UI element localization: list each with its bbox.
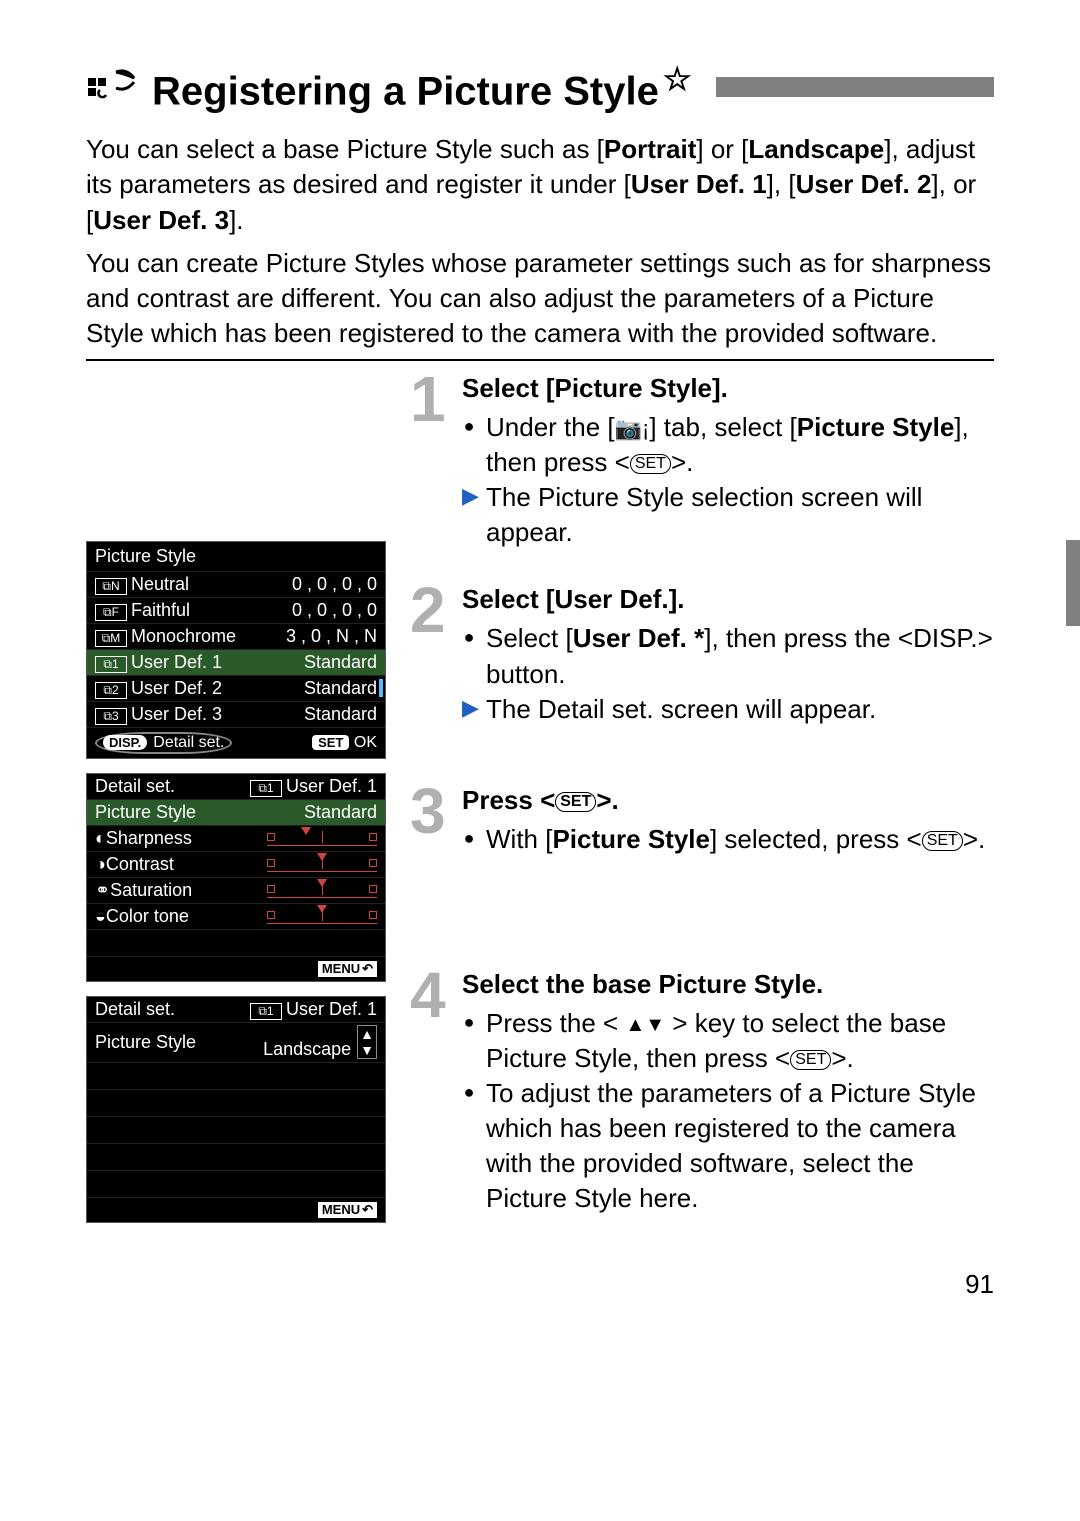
param-row: ⚭Saturation: [87, 877, 385, 903]
step-title: Select [Picture Style].: [462, 371, 994, 406]
step-bullet: ● Under the [📷¡] tab, select [Picture St…: [462, 410, 994, 480]
param-row: ◐Sharpness: [87, 825, 385, 851]
param-row: ◑Contrast: [87, 851, 385, 877]
step-number: 1: [410, 371, 454, 550]
lcd3-footer: MENU ↶: [87, 1197, 385, 1222]
lcd2-header: Detail set. ⧉1User Def. 1: [87, 774, 385, 799]
spacer: [87, 1116, 385, 1143]
list-item: ⧉2User Def. 2Standard: [87, 675, 385, 701]
step-result: ▶ The Picture Style selection screen wil…: [462, 480, 994, 550]
list-item-selected: ⧉1User Def. 1Standard: [87, 649, 385, 675]
step-title: Press <SET>.: [462, 783, 994, 818]
step-3: 3 Press <SET>. ● With [Picture Style] se…: [410, 783, 994, 857]
slider-colortone: [267, 909, 377, 924]
list-item: ⧉3User Def. 3Standard: [87, 701, 385, 727]
lcd-picture-style-list: Picture Style ⧉NNeutral0 , 0 , 0 , 0 ⧉FF…: [86, 541, 386, 759]
lcd-detail-set-select: Detail set. ⧉1User Def. 1 Picture Style …: [86, 996, 386, 1223]
param-row: ◒Color tone: [87, 903, 385, 929]
divider: [86, 359, 994, 361]
bullet-dot-icon: ●: [462, 822, 476, 857]
step-4: 4 Select the base Picture Style. ● Press…: [410, 967, 994, 1217]
result-arrow-icon: ▶: [462, 480, 476, 550]
step-bullet: ● To adjust the parameters of a Picture …: [462, 1076, 994, 1216]
bullet-dot-icon: ●: [462, 621, 476, 691]
step-title: Select [User Def.].: [462, 582, 994, 617]
up-down-key-icon: ▲▼: [625, 1012, 665, 1039]
intro-paragraph-2: You can create Picture Styles whose para…: [86, 246, 994, 351]
lcd1-title: Picture Style: [87, 542, 385, 571]
picture-style-section-icon: [86, 64, 138, 110]
intro-paragraph-1: You can select a base Picture Style such…: [86, 132, 994, 237]
step-number: 3: [410, 783, 454, 857]
step-number: 4: [410, 967, 454, 1217]
step-result: ▶ The Detail set. screen will appear.: [462, 692, 994, 727]
spacer: [87, 1062, 385, 1089]
section-edge-tab: [1066, 540, 1080, 626]
lcd1-footer: DISP. Detail set. SET OK: [87, 727, 385, 758]
page-heading: Registering a Picture Style☆: [86, 60, 994, 114]
bullet-dot-icon: ●: [462, 410, 476, 480]
set-button-icon: SET: [312, 735, 349, 750]
slider-saturation: [267, 883, 377, 898]
style-code-icon: ⧉M: [95, 630, 127, 647]
result-arrow-icon: ▶: [462, 692, 476, 727]
advanced-star-icon: ☆: [663, 61, 692, 97]
step-1: 1 Select [Picture Style]. ● Under the [📷…: [410, 371, 994, 550]
step-number: 2: [410, 582, 454, 726]
spacer: [87, 1170, 385, 1197]
detail-set-callout: DISP. Detail set.: [95, 732, 232, 754]
colortone-icon: ◒: [95, 906, 106, 926]
style-code-icon: ⧉2: [95, 682, 127, 699]
lcd2-footer: MENU ↶: [87, 956, 385, 981]
bullet-dot-icon: ●: [462, 1076, 476, 1216]
set-button-icon: SET: [555, 792, 596, 812]
list-item-selected: Picture StyleStandard: [87, 799, 385, 825]
scroll-indicator: [379, 679, 383, 697]
style-code-icon: ⧉F: [95, 604, 127, 621]
page-number: 91: [86, 1269, 994, 1300]
list-item: ⧉MMonochrome3 , 0 , N , N: [87, 623, 385, 649]
menu-back-icon: MENU ↶: [318, 961, 377, 977]
set-button-icon: SET: [922, 831, 963, 851]
bullet-dot-icon: ●: [462, 1006, 476, 1076]
page-title: Registering a Picture Style☆: [152, 60, 692, 114]
style-code-icon: ⧉1: [250, 780, 282, 797]
lcd-detail-set: Detail set. ⧉1User Def. 1 Picture StyleS…: [86, 773, 386, 982]
style-code-icon: ⧉1: [250, 1003, 282, 1020]
spacer: [87, 1143, 385, 1170]
title-decor-bar: [716, 77, 994, 97]
style-code-icon: ⧉3: [95, 708, 127, 725]
step-2: 2 Select [User Def.]. ● Select [User Def…: [410, 582, 994, 726]
lcd3-header: Detail set. ⧉1User Def. 1: [87, 997, 385, 1022]
style-code-icon: ⧉N: [95, 578, 127, 595]
set-button-icon: SET: [630, 454, 671, 474]
slider-contrast: [267, 857, 377, 872]
camera-tab-icon: 📷¡: [615, 414, 650, 444]
list-item: ⧉NNeutral0 , 0 , 0 , 0: [87, 571, 385, 597]
style-code-icon: ⧉1: [95, 656, 127, 673]
contrast-icon: ◑: [95, 854, 106, 874]
list-item: Picture Style Landscape▲▼: [87, 1022, 385, 1062]
step-title: Select the base Picture Style.: [462, 967, 994, 1002]
disp-button-icon: DISP.: [103, 735, 147, 750]
spinner-icon: ▲▼: [357, 1025, 377, 1059]
menu-back-icon: MENU ↶: [318, 1202, 377, 1218]
slider-sharpness: [267, 831, 377, 846]
step-bullet: ● Press the < ▲▼ > key to select the bas…: [462, 1006, 994, 1076]
sharpness-icon: ◐: [95, 828, 106, 848]
spacer: [87, 929, 385, 956]
saturation-icon: ⚭: [95, 880, 110, 900]
list-item: ⧉FFaithful0 , 0 , 0 , 0: [87, 597, 385, 623]
step-bullet: ● With [Picture Style] selected, press <…: [462, 822, 994, 857]
step-bullet: ● Select [User Def. *], then press the <…: [462, 621, 994, 691]
set-button-icon: SET: [790, 1050, 831, 1070]
spacer: [87, 1089, 385, 1116]
